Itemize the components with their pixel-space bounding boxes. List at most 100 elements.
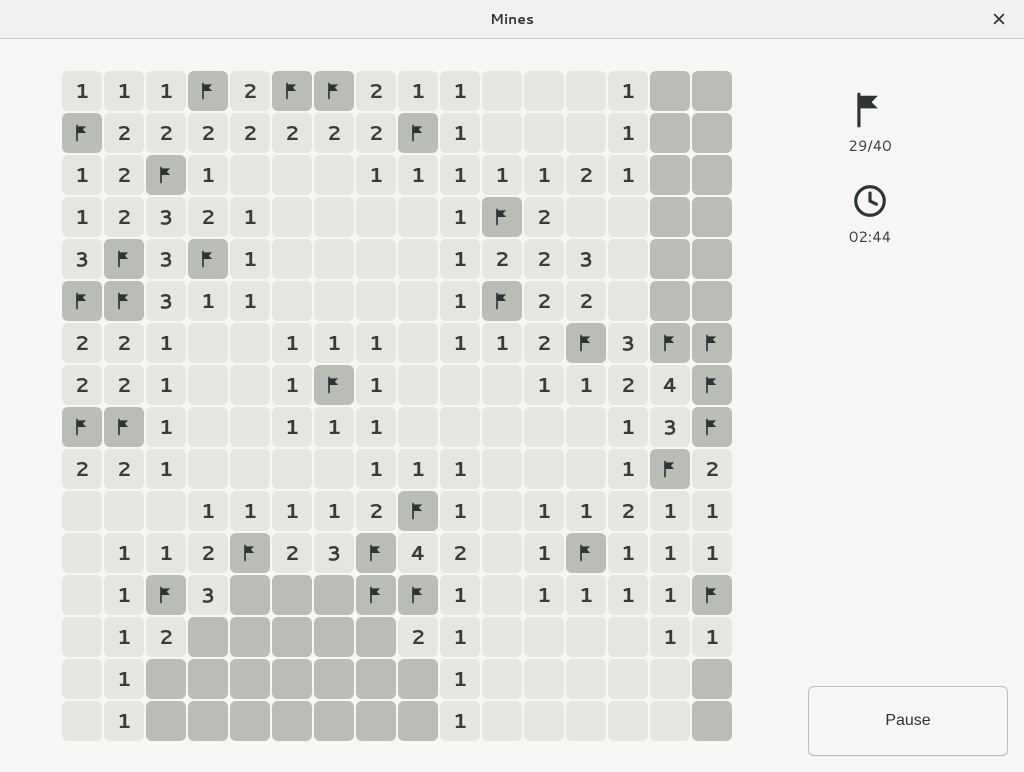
cell-6-1: 2 bbox=[104, 323, 144, 363]
cell-13-1: 1 bbox=[104, 617, 144, 657]
cell-14-0 bbox=[62, 659, 102, 699]
cell-13-3[interactable] bbox=[188, 617, 228, 657]
cell-14-4[interactable] bbox=[230, 659, 270, 699]
cell-9-5 bbox=[272, 449, 312, 489]
flag-icon bbox=[492, 207, 512, 227]
cell-12-5[interactable] bbox=[272, 575, 312, 615]
cell-13-4[interactable] bbox=[230, 617, 270, 657]
cell-0-15[interactable] bbox=[692, 71, 732, 111]
cell-0-2: 1 bbox=[146, 71, 186, 111]
cell-14-7[interactable] bbox=[356, 659, 396, 699]
cell-15-11 bbox=[524, 701, 564, 741]
cell-4-14[interactable] bbox=[650, 239, 690, 279]
flag-icon bbox=[282, 81, 302, 101]
cell-0-4: 2 bbox=[230, 71, 270, 111]
cell-9-7: 1 bbox=[356, 449, 396, 489]
cell-10-8[interactable] bbox=[398, 491, 438, 531]
cell-0-3[interactable] bbox=[188, 71, 228, 111]
cell-5-8 bbox=[398, 281, 438, 321]
cell-2-9: 1 bbox=[440, 155, 480, 195]
cell-7-15[interactable] bbox=[692, 365, 732, 405]
cell-12-12: 1 bbox=[566, 575, 606, 615]
cell-2-14[interactable] bbox=[650, 155, 690, 195]
cell-14-6[interactable] bbox=[314, 659, 354, 699]
cell-8-13: 1 bbox=[608, 407, 648, 447]
cell-15-3[interactable] bbox=[188, 701, 228, 741]
cell-6-12[interactable] bbox=[566, 323, 606, 363]
cell-14-15[interactable] bbox=[692, 659, 732, 699]
cell-5-0[interactable] bbox=[62, 281, 102, 321]
cell-8-1[interactable] bbox=[104, 407, 144, 447]
cell-15-2[interactable] bbox=[146, 701, 186, 741]
cell-14-5[interactable] bbox=[272, 659, 312, 699]
cell-1-0[interactable] bbox=[62, 113, 102, 153]
cell-6-10: 1 bbox=[482, 323, 522, 363]
cell-14-3[interactable] bbox=[188, 659, 228, 699]
cell-11-12[interactable] bbox=[566, 533, 606, 573]
flag-icon bbox=[702, 585, 722, 605]
cell-1-14[interactable] bbox=[650, 113, 690, 153]
cell-15-6[interactable] bbox=[314, 701, 354, 741]
cell-13-5[interactable] bbox=[272, 617, 312, 657]
cell-8-6: 1 bbox=[314, 407, 354, 447]
cell-3-14[interactable] bbox=[650, 197, 690, 237]
cell-12-8[interactable] bbox=[398, 575, 438, 615]
flag-icon bbox=[702, 375, 722, 395]
board-wrap: 1112211122222221112111111211232112331122… bbox=[16, 59, 732, 757]
cell-3-10[interactable] bbox=[482, 197, 522, 237]
cell-5-10[interactable] bbox=[482, 281, 522, 321]
cell-4-1[interactable] bbox=[104, 239, 144, 279]
cell-12-6[interactable] bbox=[314, 575, 354, 615]
cell-12-2[interactable] bbox=[146, 575, 186, 615]
cell-0-5[interactable] bbox=[272, 71, 312, 111]
cell-14-2[interactable] bbox=[146, 659, 186, 699]
cell-9-14[interactable] bbox=[650, 449, 690, 489]
close-icon[interactable] bbox=[984, 0, 1014, 38]
cell-0-6[interactable] bbox=[314, 71, 354, 111]
cell-3-8 bbox=[398, 197, 438, 237]
cell-15-8[interactable] bbox=[398, 701, 438, 741]
cell-15-7[interactable] bbox=[356, 701, 396, 741]
cell-11-7[interactable] bbox=[356, 533, 396, 573]
cell-7-6[interactable] bbox=[314, 365, 354, 405]
cell-3-13 bbox=[608, 197, 648, 237]
cell-12-15[interactable] bbox=[692, 575, 732, 615]
cell-9-13: 1 bbox=[608, 449, 648, 489]
cell-6-11: 2 bbox=[524, 323, 564, 363]
cell-12-4[interactable] bbox=[230, 575, 270, 615]
cell-6-14[interactable] bbox=[650, 323, 690, 363]
cell-1-15[interactable] bbox=[692, 113, 732, 153]
cell-9-3 bbox=[188, 449, 228, 489]
cell-12-7[interactable] bbox=[356, 575, 396, 615]
cell-8-0[interactable] bbox=[62, 407, 102, 447]
pause-button[interactable]: Pause bbox=[808, 686, 1008, 756]
cell-11-4[interactable] bbox=[230, 533, 270, 573]
cell-4-12: 3 bbox=[566, 239, 606, 279]
cell-1-8[interactable] bbox=[398, 113, 438, 153]
flag-icon bbox=[198, 249, 218, 269]
cell-4-6 bbox=[314, 239, 354, 279]
cell-2-2[interactable] bbox=[146, 155, 186, 195]
cell-15-15[interactable] bbox=[692, 701, 732, 741]
cell-3-15[interactable] bbox=[692, 197, 732, 237]
cell-5-14[interactable] bbox=[650, 281, 690, 321]
flag-icon bbox=[851, 91, 889, 129]
cell-14-8[interactable] bbox=[398, 659, 438, 699]
cell-5-15[interactable] bbox=[692, 281, 732, 321]
cell-13-6[interactable] bbox=[314, 617, 354, 657]
cell-13-7[interactable] bbox=[356, 617, 396, 657]
cell-15-5[interactable] bbox=[272, 701, 312, 741]
cell-2-7: 1 bbox=[356, 155, 396, 195]
cell-6-9: 1 bbox=[440, 323, 480, 363]
cell-7-2: 1 bbox=[146, 365, 186, 405]
cell-6-15[interactable] bbox=[692, 323, 732, 363]
cell-2-12: 2 bbox=[566, 155, 606, 195]
cell-0-14[interactable] bbox=[650, 71, 690, 111]
cell-4-15[interactable] bbox=[692, 239, 732, 279]
cell-7-8 bbox=[398, 365, 438, 405]
cell-15-4[interactable] bbox=[230, 701, 270, 741]
cell-2-15[interactable] bbox=[692, 155, 732, 195]
cell-5-1[interactable] bbox=[104, 281, 144, 321]
cell-4-3[interactable] bbox=[188, 239, 228, 279]
cell-8-15[interactable] bbox=[692, 407, 732, 447]
